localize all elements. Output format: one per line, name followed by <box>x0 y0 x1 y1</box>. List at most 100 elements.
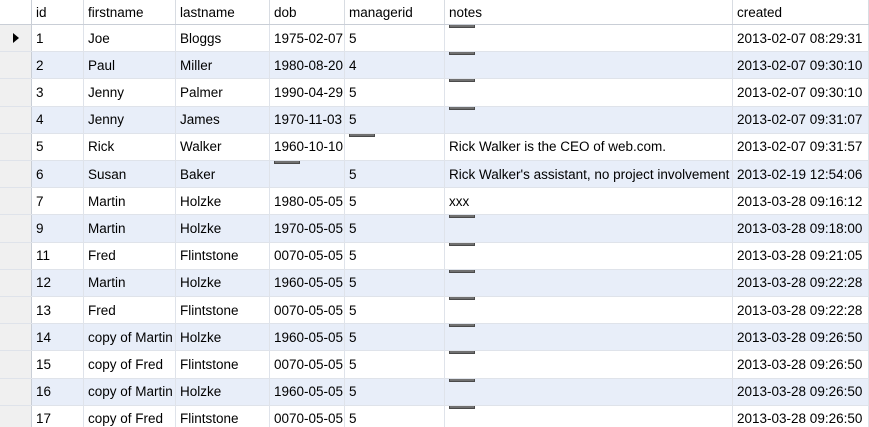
column-header-created[interactable]: created <box>733 0 869 24</box>
cell-firstname[interactable]: copy of Martin <box>84 378 176 405</box>
row-selector[interactable] <box>0 405 32 427</box>
cell-lastname[interactable]: Bloggs <box>176 25 270 52</box>
row-selector[interactable] <box>0 133 32 160</box>
row-selector[interactable] <box>0 269 32 296</box>
cell-firstname[interactable]: Martin <box>84 215 176 242</box>
cell-id[interactable]: 14 <box>32 324 84 351</box>
row-selector[interactable] <box>0 52 32 79</box>
cell-notes[interactable]: xxx <box>445 188 733 215</box>
cell-created[interactable]: 2013-03-28 09:26:50 <box>733 378 869 405</box>
cell-lastname[interactable]: Holzke <box>176 269 270 296</box>
cell-id[interactable]: 7 <box>32 188 84 215</box>
cell-notes[interactable]: NULL <box>445 25 733 52</box>
cell-dob[interactable]: 1960-05-05 <box>270 324 345 351</box>
row-selector[interactable] <box>0 242 32 269</box>
cell-created[interactable]: 2013-02-07 08:29:31 <box>733 25 869 52</box>
cell-firstname[interactable]: Jenny <box>84 79 176 106</box>
column-header-lastname[interactable]: lastname <box>176 0 270 24</box>
cell-dob[interactable]: 1970-05-05 <box>270 215 345 242</box>
cell-lastname[interactable]: Holzke <box>176 188 270 215</box>
row-selector[interactable] <box>0 79 32 106</box>
cell-created[interactable]: 2013-02-07 09:31:57 <box>733 133 869 160</box>
table-row[interactable]: 9 Martin Holzke 1970-05-05 5 NULL 2013-03-28 0… <box>0 215 869 243</box>
cell-firstname[interactable]: Fred <box>84 297 176 324</box>
cell-firstname[interactable]: Jenny <box>84 106 176 133</box>
cell-managerid[interactable]: 5 <box>345 405 445 427</box>
table-row[interactable]: 15 copy of Fred Flintstone 0070-05-05 5 NULL 2… <box>0 351 869 379</box>
cell-created[interactable]: 2013-03-28 09:26:50 <box>733 351 869 378</box>
cell-dob[interactable]: 1960-10-10 <box>270 133 345 160</box>
cell-id[interactable]: 15 <box>32 351 84 378</box>
cell-lastname[interactable]: Walker <box>176 133 270 160</box>
cell-notes[interactable]: NULL <box>445 52 733 79</box>
cell-notes[interactable]: Rick Walker is the CEO of web.com. <box>445 133 733 160</box>
cell-id[interactable]: 11 <box>32 242 84 269</box>
cell-firstname[interactable]: copy of Fred <box>84 351 176 378</box>
cell-dob[interactable]: 1980-08-20 <box>270 52 345 79</box>
row-selector[interactable] <box>0 188 32 215</box>
cell-firstname[interactable]: Susan <box>84 161 176 188</box>
cell-id[interactable]: 1 <box>32 25 84 52</box>
row-selector[interactable] <box>0 297 32 324</box>
cell-lastname[interactable]: Flintstone <box>176 297 270 324</box>
cell-created[interactable]: 2013-03-28 09:26:50 <box>733 324 869 351</box>
cell-managerid[interactable]: 5 <box>345 269 445 296</box>
cell-id[interactable]: 9 <box>32 215 84 242</box>
cell-dob[interactable]: 1975-02-07 <box>270 25 345 52</box>
cell-notes[interactable]: NULL <box>445 378 733 405</box>
cell-created[interactable]: 2013-03-28 09:22:28 <box>733 297 869 324</box>
cell-lastname[interactable]: James <box>176 106 270 133</box>
cell-lastname[interactable]: Flintstone <box>176 351 270 378</box>
column-header-dob[interactable]: dob <box>270 0 345 24</box>
cell-managerid[interactable]: 5 <box>345 25 445 52</box>
cell-managerid[interactable]: NULL <box>345 133 445 160</box>
cell-id[interactable]: 16 <box>32 378 84 405</box>
table-row[interactable]: 12 Martin Holzke 1960-05-05 5 NULL 2013-03-28 … <box>0 269 869 297</box>
cell-lastname[interactable]: Miller <box>176 52 270 79</box>
cell-lastname[interactable]: Baker <box>176 161 270 188</box>
cell-dob[interactable]: 0070-05-05 <box>270 242 345 269</box>
cell-lastname[interactable]: Holzke <box>176 215 270 242</box>
table-row[interactable]: 4 Jenny James 1970-11-03 5 NULL 2013-02-07 09:… <box>0 106 869 134</box>
cell-managerid[interactable]: 5 <box>345 242 445 269</box>
cell-dob[interactable]: 0070-05-05 <box>270 351 345 378</box>
cell-dob[interactable]: 1960-05-05 <box>270 378 345 405</box>
cell-id[interactable]: 6 <box>32 161 84 188</box>
cell-id[interactable]: 13 <box>32 297 84 324</box>
cell-dob[interactable]: 1960-05-05 <box>270 269 345 296</box>
table-row[interactable]: 16 copy of Martin Holzke 1960-05-05 5 NULL 201… <box>0 378 869 406</box>
table-row[interactable]: 6 Susan Baker NULL 5 Rick Walker's assistant,… <box>0 161 869 189</box>
cell-id[interactable]: 5 <box>32 133 84 160</box>
cell-managerid[interactable]: 5 <box>345 378 445 405</box>
cell-firstname[interactable]: Joe <box>84 25 176 52</box>
table-row[interactable]: 11 Fred Flintstone 0070-05-05 5 NULL 2013-03-2… <box>0 242 869 270</box>
cell-lastname[interactable]: Holzke <box>176 378 270 405</box>
cell-dob[interactable]: 1970-11-03 <box>270 106 345 133</box>
cell-notes[interactable]: Rick Walker's assistant, no project invo… <box>445 161 733 188</box>
cell-created[interactable]: 2013-02-07 09:31:07 <box>733 106 869 133</box>
row-selector[interactable] <box>0 324 32 351</box>
cell-managerid[interactable]: 5 <box>345 215 445 242</box>
cell-created[interactable]: 2013-03-28 09:21:05 <box>733 242 869 269</box>
cell-firstname[interactable]: Martin <box>84 269 176 296</box>
cell-dob[interactable]: 0070-05-05 <box>270 297 345 324</box>
cell-notes[interactable]: NULL <box>445 324 733 351</box>
cell-notes[interactable]: NULL <box>445 106 733 133</box>
cell-created[interactable]: 2013-02-19 12:54:06 <box>733 161 869 188</box>
cell-id[interactable]: 4 <box>32 106 84 133</box>
row-selector[interactable] <box>0 106 32 133</box>
cell-created[interactable]: 2013-03-28 09:22:28 <box>733 269 869 296</box>
cell-firstname[interactable]: copy of Martin <box>84 324 176 351</box>
cell-managerid[interactable]: 5 <box>345 297 445 324</box>
cell-notes[interactable]: NULL <box>445 405 733 427</box>
cell-created[interactable]: 2013-02-07 09:30:10 <box>733 79 869 106</box>
cell-firstname[interactable]: Paul <box>84 52 176 79</box>
cell-notes[interactable]: NULL <box>445 297 733 324</box>
cell-dob[interactable]: 1980-05-05 <box>270 188 345 215</box>
cell-managerid[interactable]: 5 <box>345 188 445 215</box>
cell-id[interactable]: 12 <box>32 269 84 296</box>
cell-created[interactable]: 2013-03-28 09:16:12 <box>733 188 869 215</box>
cell-created[interactable]: 2013-03-28 09:26:50 <box>733 405 869 427</box>
cell-id[interactable]: 3 <box>32 79 84 106</box>
cell-id[interactable]: 2 <box>32 52 84 79</box>
